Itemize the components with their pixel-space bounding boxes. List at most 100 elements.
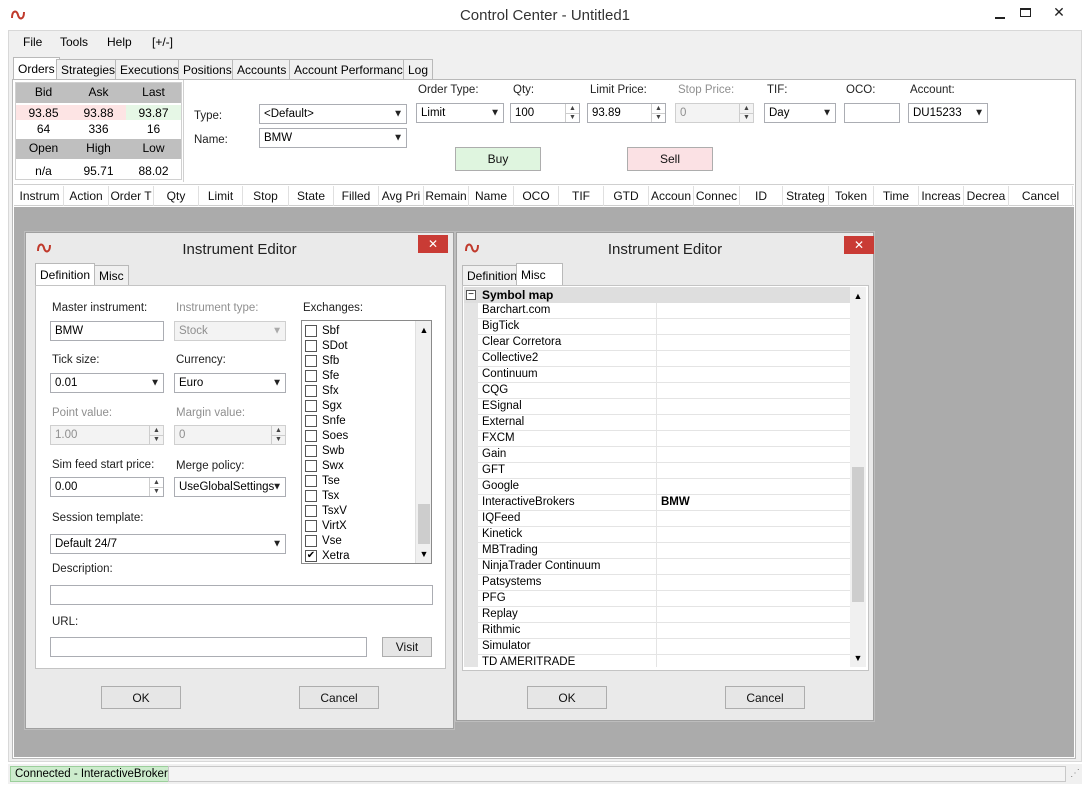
scroll-down-icon[interactable]: ▼ — [850, 651, 866, 665]
tab-misc[interactable]: Misc — [94, 265, 129, 285]
checkbox-icon[interactable] — [305, 355, 317, 367]
symbol-map-row[interactable]: Barchart.com — [464, 303, 850, 319]
close-icon[interactable]: ✕ — [1045, 0, 1073, 24]
symbol-map-row[interactable]: Gain — [464, 447, 850, 463]
symbol-map-row[interactable]: Continuum — [464, 367, 850, 383]
description-input[interactable] — [50, 585, 433, 605]
checkbox-icon[interactable] — [305, 370, 317, 382]
checkbox-icon[interactable] — [305, 445, 317, 457]
tif-select[interactable]: Day ▼ — [764, 103, 836, 123]
symbol-map-row[interactable]: NinjaTrader Continuum — [464, 559, 850, 575]
sim-feed-spin-icon[interactable]: ▲ ▼ — [149, 478, 163, 496]
checkbox-icon[interactable] — [305, 430, 317, 442]
limit-price-stepper[interactable]: 93.89 ▲ ▼ — [587, 103, 666, 123]
symbol-map-row[interactable]: GFT — [464, 463, 850, 479]
exchange-item[interactable]: Soes — [302, 429, 414, 444]
tab-log[interactable]: Log — [403, 59, 434, 79]
column-header[interactable]: Remain — [424, 186, 469, 206]
currency-select[interactable]: Euro ▼ — [174, 373, 286, 393]
session-template-select[interactable]: Default 24/7 ▼ — [50, 534, 286, 554]
sell-button[interactable]: Sell — [627, 147, 713, 171]
resize-grip-icon[interactable]: ⋰ — [1070, 768, 1082, 780]
column-header[interactable]: Token — [829, 186, 874, 206]
menu-tools[interactable]: Tools — [60, 35, 88, 49]
symbol-map-row[interactable]: Clear Corretora — [464, 335, 850, 351]
column-header[interactable]: State — [289, 186, 334, 206]
exchanges-list[interactable]: Sbf SDot Sfb Sfe Sfx Sgx Snfe Soes Swb Swx Tse Tsx T… — [301, 320, 432, 564]
tick-size-select[interactable]: 0.01 ▼ — [50, 373, 164, 393]
symbol-map-row[interactable]: External — [464, 415, 850, 431]
checkbox-icon[interactable] — [305, 400, 317, 412]
limit-price-spin-icon[interactable]: ▲ ▼ — [651, 104, 665, 122]
checkbox-icon[interactable] — [305, 340, 317, 352]
column-header[interactable]: OCO — [514, 186, 559, 206]
exchange-item[interactable]: Sgx — [302, 399, 414, 414]
tab-account-performance[interactable]: Account Performance — [289, 59, 415, 79]
symbol-map-row[interactable]: ESignal — [464, 399, 850, 415]
scroll-thumb[interactable] — [418, 504, 430, 544]
column-header[interactable]: Increas — [919, 186, 964, 206]
symbol-map-row[interactable]: IQFeed — [464, 511, 850, 527]
tab-misc[interactable]: Misc — [516, 263, 563, 285]
symbol-map-row[interactable]: Rithmic — [464, 623, 850, 639]
column-header[interactable]: Action — [64, 186, 109, 206]
checkbox-icon[interactable] — [305, 460, 317, 472]
cancel-button[interactable]: Cancel — [299, 686, 379, 709]
menu-file[interactable]: File — [23, 35, 42, 49]
column-header[interactable]: TIF — [559, 186, 604, 206]
tab-executions[interactable]: Executions — [115, 59, 184, 79]
column-header[interactable]: Accoun — [649, 186, 694, 206]
exchange-item[interactable]: Sfe — [302, 369, 414, 384]
column-header[interactable]: Instrum — [16, 186, 64, 206]
column-header[interactable]: Name — [469, 186, 514, 206]
minimize-icon[interactable] — [986, 2, 1014, 26]
scroll-up-icon[interactable]: ▲ — [850, 289, 866, 303]
exchange-item[interactable]: ✔ Xetra — [302, 549, 414, 563]
checkbox-icon[interactable] — [305, 325, 317, 337]
checkbox-icon[interactable] — [305, 490, 317, 502]
scroll-thumb[interactable] — [852, 467, 864, 602]
buy-button[interactable]: Buy — [455, 147, 541, 171]
symbol-map-row[interactable]: FXCM — [464, 431, 850, 447]
column-header[interactable]: GTD — [604, 186, 649, 206]
checkbox-icon[interactable] — [305, 385, 317, 397]
symbol-map-row[interactable]: Patsystems — [464, 575, 850, 591]
exchange-item[interactable]: TsxV — [302, 504, 414, 519]
account-select[interactable]: DU15233 ▼ — [908, 103, 988, 123]
qty-spin-icon[interactable]: ▲ ▼ — [565, 104, 579, 122]
maximize-icon[interactable] — [1011, 0, 1039, 24]
type-select[interactable]: <Default> ▼ — [259, 104, 407, 124]
column-header[interactable]: Strateg — [783, 186, 829, 206]
exchange-item[interactable]: Sfx — [302, 384, 414, 399]
symbol-map-row[interactable]: CQG — [464, 383, 850, 399]
symbol-map-row[interactable]: BigTick — [464, 319, 850, 335]
checkbox-icon[interactable] — [305, 505, 317, 517]
column-header[interactable]: Time — [874, 186, 919, 206]
exchange-item[interactable]: Sbf — [302, 324, 414, 339]
symbol-map-row[interactable]: MBTrading — [464, 543, 850, 559]
checkbox-icon[interactable] — [305, 535, 317, 547]
tab-definition[interactable]: Definition — [35, 263, 96, 285]
column-header[interactable]: Cancel — [1009, 186, 1073, 206]
column-header[interactable]: Connec — [694, 186, 740, 206]
scroll-up-icon[interactable]: ▲ — [416, 323, 431, 337]
exchanges-scrollbar[interactable]: ▲ ▼ — [415, 321, 431, 563]
exchange-item[interactable]: Vse — [302, 534, 414, 549]
symbol-map-row[interactable]: InteractiveBrokers BMW — [464, 495, 850, 511]
qty-stepper[interactable]: 100 ▲ ▼ — [510, 103, 580, 123]
merge-policy-select[interactable]: UseGlobalSettings ▼ — [174, 477, 286, 497]
symbol-map-row[interactable]: PFG — [464, 591, 850, 607]
checkbox-icon[interactable] — [305, 415, 317, 427]
column-header[interactable]: Limit — [199, 186, 243, 206]
exchange-item[interactable]: Sfb — [302, 354, 414, 369]
url-input[interactable] — [50, 637, 367, 657]
close-icon[interactable]: ✕ — [418, 235, 448, 253]
column-header[interactable]: Order T — [109, 186, 154, 206]
tab-positions[interactable]: Positions — [178, 59, 237, 79]
exchange-item[interactable]: VirtX — [302, 519, 414, 534]
order-type-select[interactable]: Limit ▼ — [416, 103, 504, 123]
exchange-item[interactable]: Swx — [302, 459, 414, 474]
ok-button[interactable]: OK — [101, 686, 181, 709]
menu-help[interactable]: Help — [107, 35, 132, 49]
tab-strategies[interactable]: Strategies — [56, 59, 121, 79]
